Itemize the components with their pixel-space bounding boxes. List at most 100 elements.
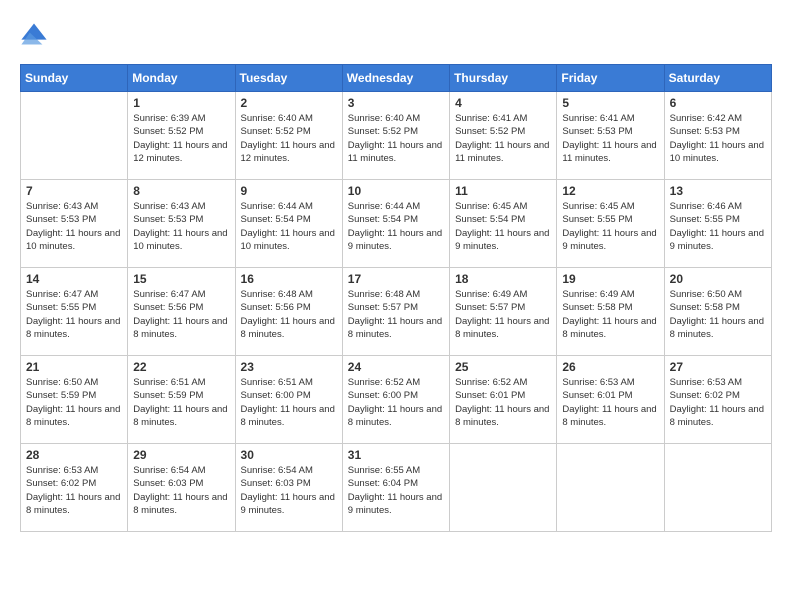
calendar-table: SundayMondayTuesdayWednesdayThursdayFrid… — [20, 64, 772, 532]
day-info: Sunrise: 6:48 AMSunset: 5:57 PMDaylight:… — [348, 288, 444, 341]
week-row-1: 1Sunrise: 6:39 AMSunset: 5:52 PMDaylight… — [21, 92, 772, 180]
logo-icon — [20, 20, 48, 48]
week-row-3: 14Sunrise: 6:47 AMSunset: 5:55 PMDayligh… — [21, 268, 772, 356]
calendar-cell: 29 Sunrise: 6:54 AMSunset: 6:03 PMDayligh… — [128, 444, 235, 532]
day-info: Sunrise: 6:40 AMSunset: 5:52 PMDaylight:… — [241, 112, 337, 165]
calendar-cell: 11 Sunrise: 6:45 AMSunset: 5:54 PMDayligh… — [450, 180, 557, 268]
day-info: Sunrise: 6:49 AMSunset: 5:58 PMDaylight:… — [562, 288, 658, 341]
day-number: 8 — [133, 184, 229, 198]
calendar-cell: 5Sunrise: 6:41 AMSunset: 5:53 PMDaylight… — [557, 92, 664, 180]
header-sunday: Sunday — [21, 65, 128, 92]
calendar-cell: 30 Sunrise: 6:54 AMSunset: 6:03 PMDayligh… — [235, 444, 342, 532]
calendar-cell: 16 Sunrise: 6:48 AMSunset: 5:56 PMDayligh… — [235, 268, 342, 356]
day-info: Sunrise: 6:44 AMSunset: 5:54 PMDaylight:… — [348, 200, 444, 253]
calendar-cell: 28 Sunrise: 6:53 AMSunset: 6:02 PMDayligh… — [21, 444, 128, 532]
calendar-cell: 4Sunrise: 6:41 AMSunset: 5:52 PMDaylight… — [450, 92, 557, 180]
day-number: 15 — [133, 272, 229, 286]
week-row-4: 21Sunrise: 6:50 AMSunset: 5:59 PMDayligh… — [21, 356, 772, 444]
header-tuesday: Tuesday — [235, 65, 342, 92]
day-info: Sunrise: 6:40 AMSunset: 5:52 PMDaylight:… — [348, 112, 444, 165]
calendar-cell: 8 Sunrise: 6:43 AMSunset: 5:53 PMDaylight… — [128, 180, 235, 268]
day-number: 4 — [455, 96, 551, 110]
calendar-cell: 31 Sunrise: 6:55 AMSunset: 6:04 PMDayligh… — [342, 444, 449, 532]
day-info: Sunrise: 6:43 AMSunset: 5:53 PMDaylight:… — [133, 200, 229, 253]
calendar-cell: 10Sunrise: 6:44 AMSunset: 5:54 PMDayligh… — [342, 180, 449, 268]
calendar-cell: 12 Sunrise: 6:45 AMSunset: 5:55 PMDayligh… — [557, 180, 664, 268]
day-number: 7 — [26, 184, 122, 198]
day-number: 20 — [670, 272, 766, 286]
day-info: Sunrise: 6:55 AMSunset: 6:04 PMDaylight:… — [348, 464, 444, 517]
day-number: 30 — [241, 448, 337, 462]
day-info: Sunrise: 6:43 AMSunset: 5:53 PMDaylight:… — [26, 200, 122, 253]
day-number: 21 — [26, 360, 122, 374]
day-number: 11 — [455, 184, 551, 198]
day-info: Sunrise: 6:53 AMSunset: 6:01 PMDaylight:… — [562, 376, 658, 429]
header-thursday: Thursday — [450, 65, 557, 92]
day-info: Sunrise: 6:45 AMSunset: 5:54 PMDaylight:… — [455, 200, 551, 253]
week-row-2: 7 Sunrise: 6:43 AMSunset: 5:53 PMDaylight… — [21, 180, 772, 268]
header-monday: Monday — [128, 65, 235, 92]
day-info: Sunrise: 6:51 AMSunset: 6:00 PMDaylight:… — [241, 376, 337, 429]
calendar-cell — [450, 444, 557, 532]
day-number: 18 — [455, 272, 551, 286]
day-number: 9 — [241, 184, 337, 198]
logo — [20, 20, 52, 48]
day-number: 16 — [241, 272, 337, 286]
calendar-cell: 2 Sunrise: 6:40 AMSunset: 5:52 PMDaylight… — [235, 92, 342, 180]
calendar-cell: 13 Sunrise: 6:46 AMSunset: 5:55 PMDayligh… — [664, 180, 771, 268]
day-number: 12 — [562, 184, 658, 198]
day-info: Sunrise: 6:54 AMSunset: 6:03 PMDaylight:… — [133, 464, 229, 517]
calendar-cell — [664, 444, 771, 532]
header-wednesday: Wednesday — [342, 65, 449, 92]
calendar-cell: 23 Sunrise: 6:51 AMSunset: 6:00 PMDayligh… — [235, 356, 342, 444]
calendar-cell: 9 Sunrise: 6:44 AMSunset: 5:54 PMDaylight… — [235, 180, 342, 268]
day-info: Sunrise: 6:50 AMSunset: 5:58 PMDaylight:… — [670, 288, 766, 341]
calendar-cell: 17 Sunrise: 6:48 AMSunset: 5:57 PMDayligh… — [342, 268, 449, 356]
calendar-header: SundayMondayTuesdayWednesdayThursdayFrid… — [21, 65, 772, 92]
day-number: 17 — [348, 272, 444, 286]
day-number: 27 — [670, 360, 766, 374]
calendar-cell: 1Sunrise: 6:39 AMSunset: 5:52 PMDaylight… — [128, 92, 235, 180]
day-info: Sunrise: 6:53 AMSunset: 6:02 PMDaylight:… — [670, 376, 766, 429]
day-number: 2 — [241, 96, 337, 110]
calendar-cell: 14Sunrise: 6:47 AMSunset: 5:55 PMDayligh… — [21, 268, 128, 356]
calendar-cell: 18Sunrise: 6:49 AMSunset: 5:57 PMDayligh… — [450, 268, 557, 356]
day-info: Sunrise: 6:52 AMSunset: 6:01 PMDaylight:… — [455, 376, 551, 429]
day-number: 23 — [241, 360, 337, 374]
calendar-cell: 7 Sunrise: 6:43 AMSunset: 5:53 PMDaylight… — [21, 180, 128, 268]
day-info: Sunrise: 6:39 AMSunset: 5:52 PMDaylight:… — [133, 112, 229, 165]
day-info: Sunrise: 6:46 AMSunset: 5:55 PMDaylight:… — [670, 200, 766, 253]
day-info: Sunrise: 6:42 AMSunset: 5:53 PMDaylight:… — [670, 112, 766, 165]
calendar-cell — [21, 92, 128, 180]
calendar-cell: 3 Sunrise: 6:40 AMSunset: 5:52 PMDaylight… — [342, 92, 449, 180]
day-info: Sunrise: 6:44 AMSunset: 5:54 PMDaylight:… — [241, 200, 337, 253]
day-info: Sunrise: 6:53 AMSunset: 6:02 PMDaylight:… — [26, 464, 122, 517]
day-info: Sunrise: 6:45 AMSunset: 5:55 PMDaylight:… — [562, 200, 658, 253]
day-number: 14 — [26, 272, 122, 286]
calendar-cell: 21Sunrise: 6:50 AMSunset: 5:59 PMDayligh… — [21, 356, 128, 444]
calendar-cell: 24Sunrise: 6:52 AMSunset: 6:00 PMDayligh… — [342, 356, 449, 444]
calendar-cell: 15 Sunrise: 6:47 AMSunset: 5:56 PMDayligh… — [128, 268, 235, 356]
header-friday: Friday — [557, 65, 664, 92]
calendar-cell: 19 Sunrise: 6:49 AMSunset: 5:58 PMDayligh… — [557, 268, 664, 356]
day-info: Sunrise: 6:47 AMSunset: 5:56 PMDaylight:… — [133, 288, 229, 341]
day-number: 25 — [455, 360, 551, 374]
calendar-cell — [557, 444, 664, 532]
day-number: 13 — [670, 184, 766, 198]
day-number: 28 — [26, 448, 122, 462]
day-number: 19 — [562, 272, 658, 286]
day-number: 29 — [133, 448, 229, 462]
week-row-5: 28 Sunrise: 6:53 AMSunset: 6:02 PMDayligh… — [21, 444, 772, 532]
header — [20, 20, 772, 48]
day-info: Sunrise: 6:48 AMSunset: 5:56 PMDaylight:… — [241, 288, 337, 341]
calendar-cell: 27 Sunrise: 6:53 AMSunset: 6:02 PMDayligh… — [664, 356, 771, 444]
day-info: Sunrise: 6:54 AMSunset: 6:03 PMDaylight:… — [241, 464, 337, 517]
day-info: Sunrise: 6:41 AMSunset: 5:53 PMDaylight:… — [562, 112, 658, 165]
day-info: Sunrise: 6:52 AMSunset: 6:00 PMDaylight:… — [348, 376, 444, 429]
day-number: 31 — [348, 448, 444, 462]
day-info: Sunrise: 6:51 AMSunset: 5:59 PMDaylight:… — [133, 376, 229, 429]
day-number: 26 — [562, 360, 658, 374]
day-number: 22 — [133, 360, 229, 374]
calendar-cell: 26 Sunrise: 6:53 AMSunset: 6:01 PMDayligh… — [557, 356, 664, 444]
day-number: 3 — [348, 96, 444, 110]
